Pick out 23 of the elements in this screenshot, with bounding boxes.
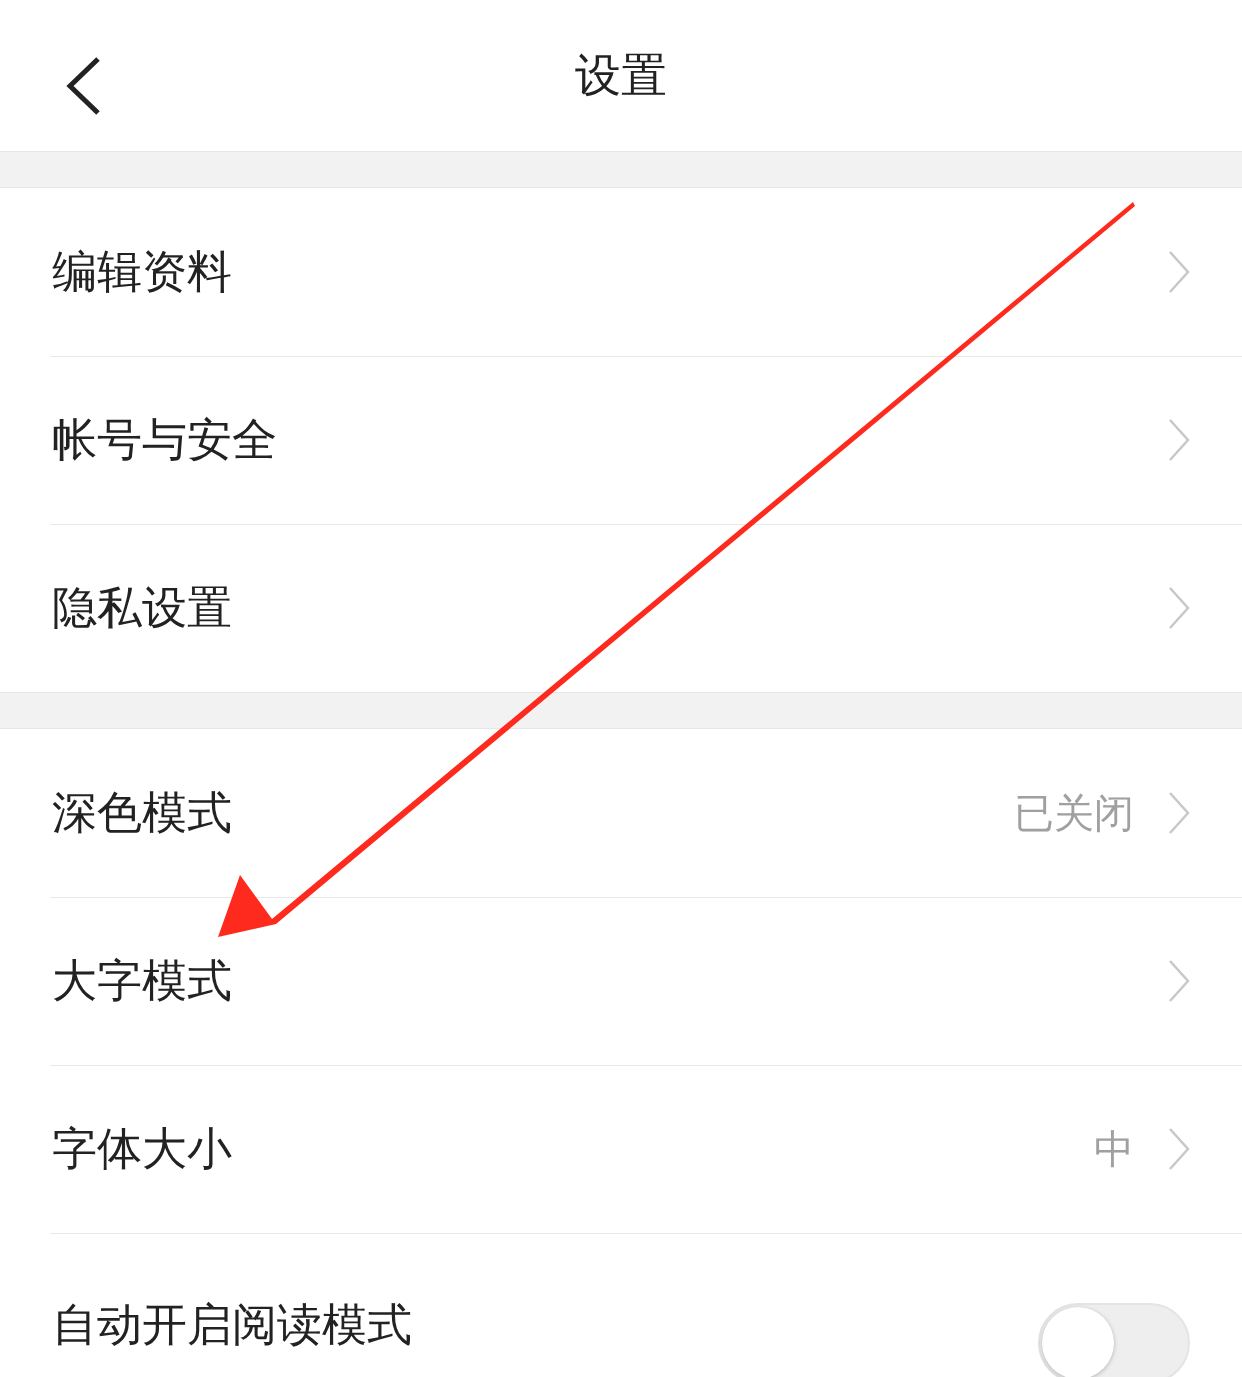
settings-row[interactable]: 帐号与安全 xyxy=(0,356,1242,524)
settings-row[interactable]: 隐私设置 xyxy=(0,524,1242,692)
row-value: 已关闭 xyxy=(1014,789,1134,838)
settings-row[interactable]: 深色模式 已关闭 xyxy=(0,729,1242,897)
settings-row[interactable]: 字体大小 中 xyxy=(0,1065,1242,1233)
row-label: 自动开启阅读模式 xyxy=(52,1297,412,1353)
row-label: 隐私设置 xyxy=(52,580,232,637)
row-value: 中 xyxy=(1094,1125,1134,1174)
row-label: 大字模式 xyxy=(52,953,232,1010)
chevron-icon xyxy=(1168,959,1190,1003)
chevron-icon xyxy=(1168,791,1190,835)
chevron-icon xyxy=(1168,586,1190,630)
chevron-icon xyxy=(1168,1127,1190,1171)
settings-row[interactable]: 大字模式 xyxy=(0,897,1242,1065)
row-label: 编辑资料 xyxy=(52,244,232,301)
chevron-icon xyxy=(1168,250,1190,294)
settings-row[interactable]: 编辑资料 xyxy=(0,188,1242,356)
settings-row[interactable]: 自动开启阅读模式 xyxy=(0,1233,1242,1377)
row-label: 深色模式 xyxy=(52,785,232,842)
page-title: 设置 xyxy=(575,47,667,104)
chevron-icon xyxy=(1168,418,1190,462)
row-label: 字体大小 xyxy=(52,1121,232,1178)
row-label: 帐号与安全 xyxy=(52,412,277,469)
